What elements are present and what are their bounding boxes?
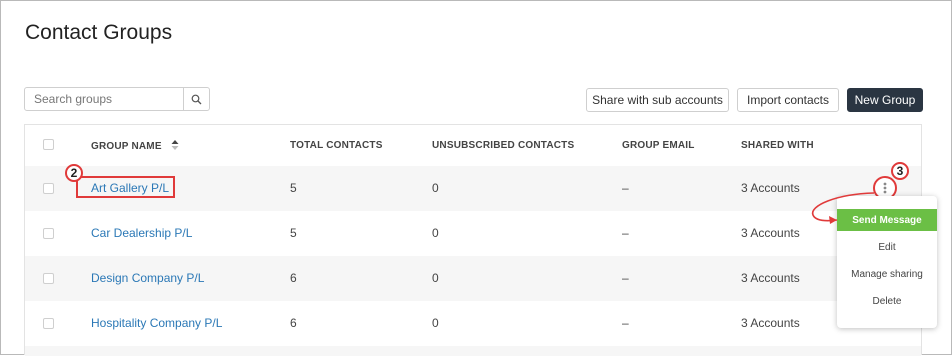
group-name-link[interactable]: Car Dealership P/L xyxy=(91,226,192,240)
menu-item-send-message[interactable]: Send Message xyxy=(837,209,937,231)
col-group-name[interactable]: GROUP NAME xyxy=(91,140,179,152)
unsubscribed-value: 0 xyxy=(432,271,439,285)
group-email-value: – xyxy=(622,226,629,240)
unsubscribed-value: 0 xyxy=(432,316,439,330)
new-group-button[interactable]: New Group xyxy=(847,88,923,112)
row-actions-menu: Send Message Edit Manage sharing Delete xyxy=(837,196,937,328)
group-email-value: – xyxy=(622,181,629,195)
col-total-contacts: TOTAL CONTACTS xyxy=(290,140,383,151)
search-input[interactable] xyxy=(25,88,185,110)
unsubscribed-value: 0 xyxy=(432,181,439,195)
table-row: Hospitality Company P/L 6 0 – 3 Accounts xyxy=(25,301,921,346)
sort-icon xyxy=(171,140,179,150)
app-frame: Contact Groups Share with sub accounts I… xyxy=(0,0,952,356)
col-shared-with: SHARED WITH xyxy=(741,140,814,151)
shared-with-value: 3 Accounts xyxy=(741,181,800,195)
step-marker-3: 3 xyxy=(891,162,909,180)
group-email-value: – xyxy=(622,271,629,285)
search-box xyxy=(24,87,210,111)
shared-with-value: 3 Accounts xyxy=(741,271,800,285)
total-contacts-value: 6 xyxy=(290,271,297,285)
total-contacts-value: 6 xyxy=(290,316,297,330)
row-checkbox[interactable] xyxy=(43,183,54,194)
menu-item-delete[interactable]: Delete xyxy=(837,290,937,312)
groups-table: GROUP NAME TOTAL CONTACTS UNSUBSCRIBED C… xyxy=(24,124,922,356)
group-email-value: – xyxy=(622,316,629,330)
group-name-link[interactable]: Design Company P/L xyxy=(91,271,204,285)
col-group-email: GROUP EMAIL xyxy=(622,140,695,151)
menu-item-edit[interactable]: Edit xyxy=(837,236,937,258)
col-group-name-label: GROUP NAME xyxy=(91,141,162,152)
page-title: Contact Groups xyxy=(25,21,173,44)
shared-with-value: 3 Accounts xyxy=(741,226,800,240)
table-header: GROUP NAME TOTAL CONTACTS UNSUBSCRIBED C… xyxy=(25,125,921,167)
table-row: Design Company P/L 6 0 – 3 Accounts xyxy=(25,256,921,301)
row-checkbox[interactable] xyxy=(43,273,54,284)
table-row: Car Dealership P/L 5 0 – 3 Accounts xyxy=(25,211,921,256)
shared-with-value: 3 Accounts xyxy=(741,316,800,330)
search-button[interactable] xyxy=(183,88,209,110)
row-checkbox[interactable] xyxy=(43,318,54,329)
total-contacts-value: 5 xyxy=(290,181,297,195)
group-name-link[interactable]: Hospitality Company P/L xyxy=(91,316,222,330)
kebab-icon xyxy=(883,182,887,194)
search-icon xyxy=(191,94,202,104)
total-contacts-value: 5 xyxy=(290,226,297,240)
col-unsubscribed-contacts: UNSUBSCRIBED CONTACTS xyxy=(432,140,575,151)
select-all-checkbox[interactable] xyxy=(43,139,54,150)
highlight-box xyxy=(76,176,175,198)
row-checkbox[interactable] xyxy=(43,228,54,239)
menu-item-manage-sharing[interactable]: Manage sharing xyxy=(837,263,937,285)
unsubscribed-value: 0 xyxy=(432,226,439,240)
share-with-sub-accounts-button[interactable]: Share with sub accounts xyxy=(586,88,729,112)
step-marker-2: 2 xyxy=(65,164,83,182)
import-contacts-button[interactable]: Import contacts xyxy=(737,88,839,112)
